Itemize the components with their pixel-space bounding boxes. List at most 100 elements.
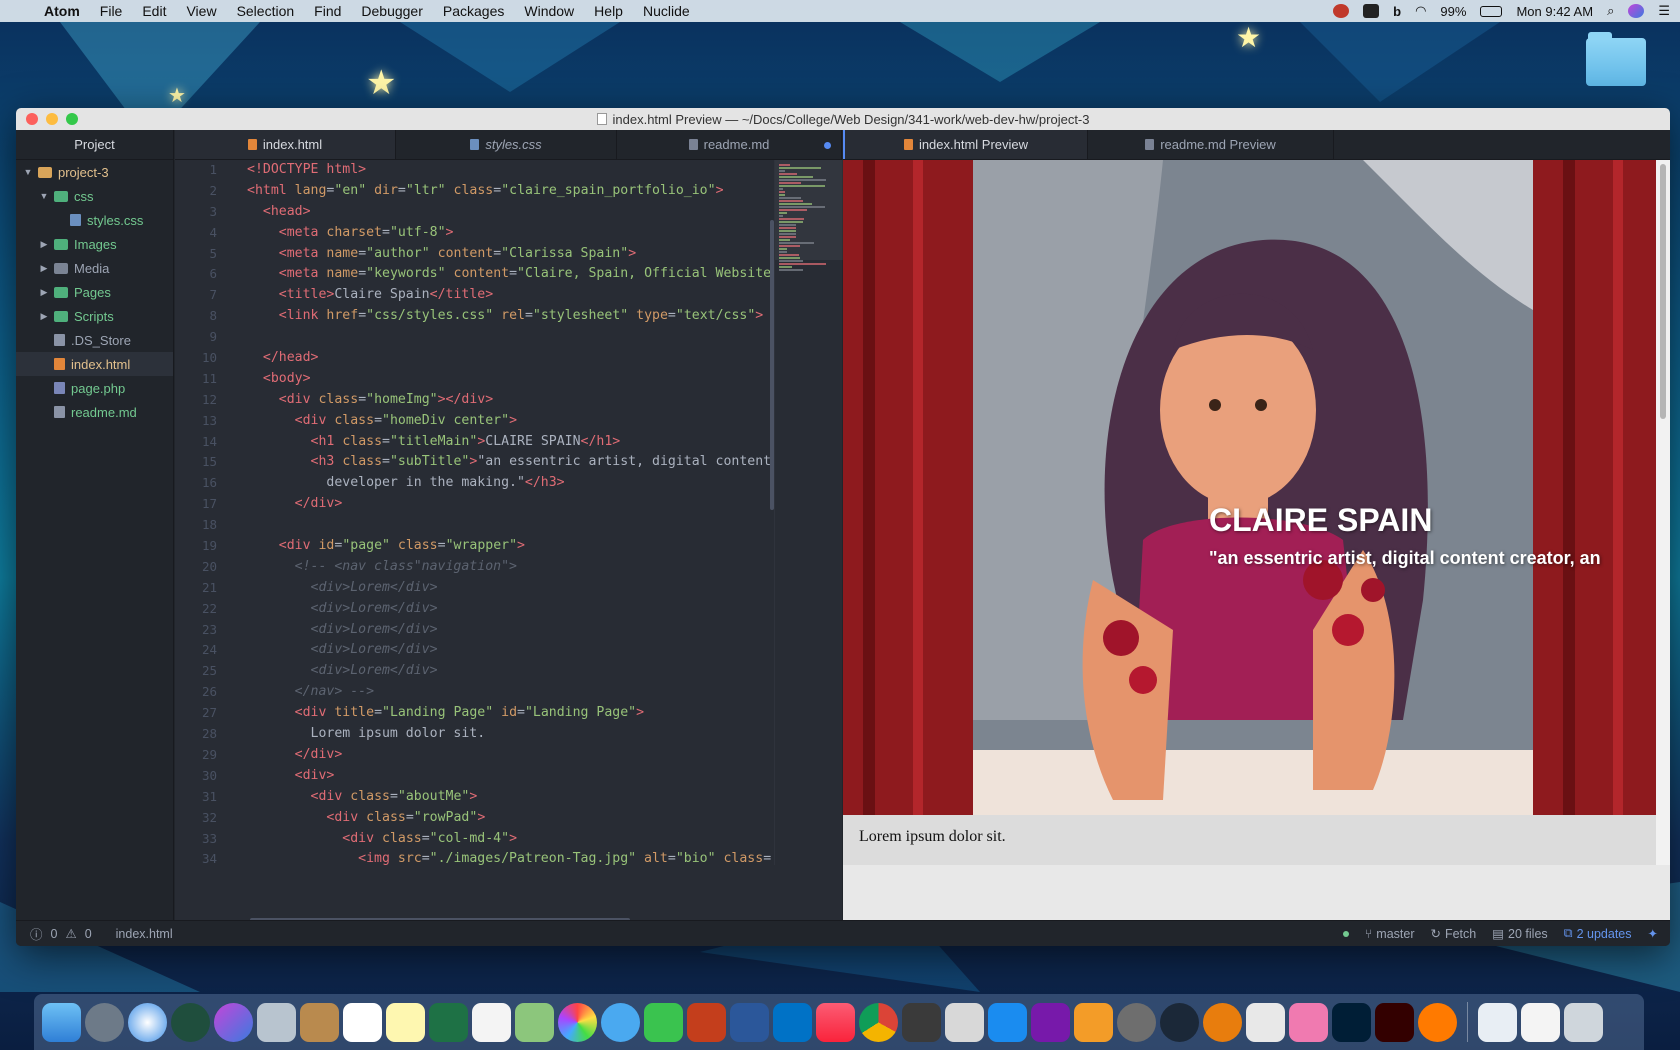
line-number[interactable]: 15 — [175, 452, 223, 473]
minimap[interactable] — [774, 160, 843, 865]
line-number[interactable]: 10 — [175, 348, 223, 369]
chevron-right-icon[interactable]: ▶ — [38, 287, 50, 298]
safari-icon[interactable] — [128, 1002, 167, 1042]
minimize-window-button[interactable] — [46, 113, 58, 125]
launchpad-icon[interactable] — [85, 1002, 124, 1042]
chevron-right-icon[interactable]: ▶ — [38, 239, 50, 250]
tree-item-ds-store[interactable]: .DS_Store — [16, 328, 173, 352]
line-number[interactable]: 25 — [175, 661, 223, 682]
line-number[interactable]: 7 — [175, 285, 223, 306]
menu-file[interactable]: File — [100, 3, 123, 19]
line-number[interactable]: 26 — [175, 682, 223, 703]
updates-button[interactable]: 2 updates — [1577, 927, 1632, 941]
line-number[interactable]: 20 — [175, 557, 223, 578]
tree-item-css[interactable]: ▼ css — [16, 184, 173, 208]
photoshop-icon[interactable] — [1332, 1002, 1371, 1042]
menu-nuclide[interactable]: Nuclide — [643, 3, 690, 19]
line-number[interactable]: 29 — [175, 745, 223, 766]
siri-icon[interactable] — [1628, 4, 1645, 18]
line-number[interactable]: 32 — [175, 808, 223, 829]
chevron-down-icon[interactable]: ▼ — [38, 191, 50, 201]
zoom-window-button[interactable] — [66, 113, 78, 125]
line-number[interactable]: 30 — [175, 766, 223, 787]
line-number[interactable]: 6 — [175, 264, 223, 285]
tree-item-pages[interactable]: ▶ Pages — [16, 280, 173, 304]
tab-styles-css[interactable]: styles.css — [396, 130, 617, 159]
line-number[interactable]: 11 — [175, 369, 223, 390]
error-count[interactable]: 0 — [51, 927, 58, 941]
onenote-icon[interactable] — [1031, 1002, 1070, 1042]
menu-help[interactable]: Help — [594, 3, 623, 19]
menu-find[interactable]: Find — [314, 3, 341, 19]
word-icon[interactable] — [730, 1002, 769, 1042]
window-titlebar[interactable]: index.html Preview — ~/Docs/College/Web … — [16, 108, 1670, 130]
preview-vertical-scrollbar[interactable] — [1656, 160, 1670, 865]
calculator-icon[interactable] — [1246, 1002, 1285, 1042]
line-number[interactable]: 34 — [175, 849, 223, 865]
bold-b-icon[interactable]: b — [1393, 4, 1401, 19]
line-number-gutter[interactable]: 1 2 3 4 5 6 7 8 9 10 11 12 13 14 15 16 17 18 19 20 21 22 23 24 2… — [175, 160, 223, 865]
trash-icon[interactable] — [1564, 1002, 1603, 1042]
twitter-bird-icon[interactable]: ✦ — [1648, 926, 1658, 941]
illustrator-icon[interactable] — [1375, 1002, 1414, 1042]
battery-icon[interactable] — [1480, 5, 1503, 17]
line-number[interactable]: 22 — [175, 599, 223, 620]
app-store-icon[interactable] — [988, 1002, 1027, 1042]
line-number[interactable]: 12 — [175, 390, 223, 411]
blender-icon[interactable] — [1203, 1002, 1242, 1042]
outlook-icon[interactable] — [773, 1002, 812, 1042]
line-number[interactable]: 21 — [175, 578, 223, 599]
menu-debugger[interactable]: Debugger — [361, 3, 423, 19]
ibooks-icon[interactable] — [1074, 1002, 1113, 1042]
chevron-right-icon[interactable]: ▶ — [38, 263, 50, 274]
notes-icon[interactable] — [386, 1002, 425, 1042]
current-file-path[interactable]: index.html — [116, 927, 173, 941]
photos-icon[interactable] — [558, 1002, 597, 1042]
mail-stamp-icon[interactable] — [257, 1002, 296, 1042]
reminders-icon[interactable] — [472, 1002, 511, 1042]
tree-item-images[interactable]: ▶ Images — [16, 232, 173, 256]
warning-icon[interactable]: ⚠ — [65, 926, 76, 941]
final-cut-icon[interactable] — [902, 1002, 941, 1042]
line-number[interactable]: 17 — [175, 494, 223, 515]
tree-item-readme-md[interactable]: readme.md — [16, 400, 173, 424]
code-text[interactable]: <!DOCTYPE html> <html lang="en" dir="ltr… — [247, 160, 772, 865]
excel-icon[interactable] — [429, 1002, 468, 1042]
chevron-right-icon[interactable]: ▶ — [38, 311, 50, 322]
file-count[interactable]: 20 files — [1508, 927, 1548, 941]
warning-count[interactable]: 0 — [85, 927, 92, 941]
menu-window[interactable]: Window — [524, 3, 574, 19]
git-fetch-button[interactable]: Fetch — [1445, 927, 1476, 941]
line-number[interactable]: 2 — [175, 181, 223, 202]
tree-item-page-php[interactable]: page.php — [16, 376, 173, 400]
finder-icon[interactable] — [42, 1002, 81, 1042]
line-number[interactable]: 3 — [175, 202, 223, 223]
archive-utility-icon[interactable] — [1289, 1002, 1328, 1042]
menu-app-name[interactable]: Atom — [44, 3, 80, 19]
line-number[interactable]: 28 — [175, 724, 223, 745]
line-number[interactable]: 5 — [175, 244, 223, 265]
tab-index-html-preview[interactable]: index.html Preview — [843, 130, 1088, 159]
bitwarden-icon[interactable] — [1363, 4, 1380, 18]
line-number[interactable]: 31 — [175, 787, 223, 808]
disk-utility-icon[interactable] — [945, 1002, 984, 1042]
line-number[interactable]: 19 — [175, 536, 223, 557]
powerpoint-icon[interactable] — [687, 1002, 726, 1042]
line-number[interactable]: 24 — [175, 640, 223, 661]
line-number[interactable]: 18 — [175, 515, 223, 536]
preview-canvas[interactable]: CLAIRE SPAIN "an essentric artist, digit… — [843, 160, 1656, 865]
atom-icon[interactable] — [171, 1002, 210, 1042]
menu-view[interactable]: View — [186, 3, 216, 19]
sidebar-header[interactable]: Project — [16, 130, 173, 160]
line-number[interactable]: 4 — [175, 223, 223, 244]
battery-percent[interactable]: 99% — [1440, 4, 1466, 19]
code-area[interactable]: 1 2 3 4 5 6 7 8 9 10 11 12 13 14 15 16 17 18 19 20 21 22 23 24 2… — [175, 160, 842, 865]
menu-packages[interactable]: Packages — [443, 3, 504, 19]
line-number[interactable]: 27 — [175, 703, 223, 724]
tab-index-html[interactable]: index.html — [175, 130, 396, 159]
line-number[interactable]: 1 — [175, 160, 223, 181]
tree-item-project-3[interactable]: ▼ project-3 — [16, 160, 173, 184]
line-number[interactable]: 16 — [175, 473, 223, 494]
line-number[interactable]: 33 — [175, 829, 223, 850]
line-number[interactable]: 23 — [175, 620, 223, 641]
